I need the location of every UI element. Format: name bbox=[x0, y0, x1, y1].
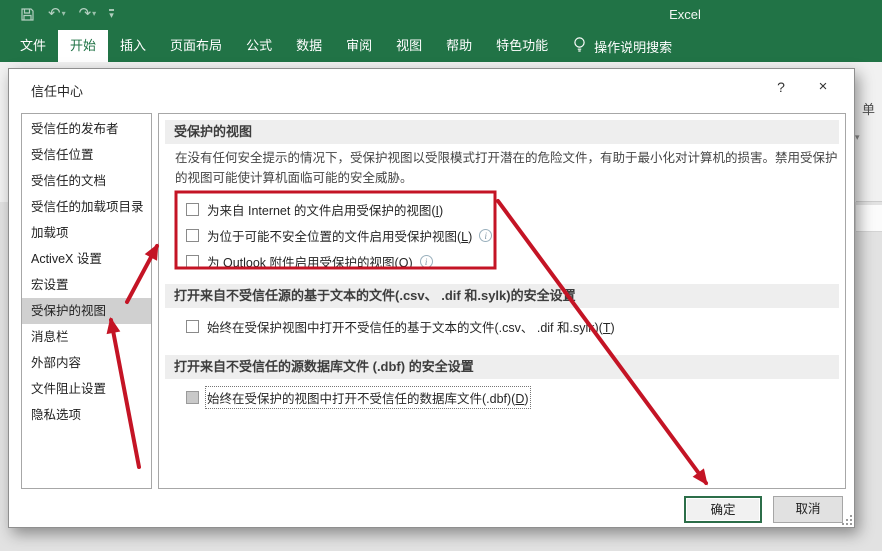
checkbox-row-unsafe-locations: 为位于可能不安全位置的文件启用受保护视图(L) bbox=[186, 226, 493, 245]
sidebar-item-addins[interactable]: 加载项 bbox=[22, 220, 151, 246]
sidebar-item-trusted-addin-catalogs[interactable]: 受信任的加载项目录 bbox=[22, 194, 151, 220]
tab-home[interactable]: 开始 bbox=[58, 30, 109, 62]
tab-view[interactable]: 视图 bbox=[384, 30, 434, 62]
checkbox-label-untrusted-dbf-files[interactable]: 始终在受保护的视图中打开不受信任的数据库文件(.dbf)(D) bbox=[205, 386, 531, 409]
search-label: 操作说明搜索 bbox=[594, 39, 673, 55]
redo-icon[interactable]: ↷ ▾ bbox=[79, 5, 97, 23]
lightbulb-icon bbox=[572, 36, 587, 56]
ok-button[interactable]: 确定 bbox=[684, 496, 762, 523]
window-title: Excel bbox=[669, 7, 701, 22]
tab-data[interactable]: 数据 bbox=[284, 30, 334, 62]
sidebar-item-trusted-publishers[interactable]: 受信任的发布者 bbox=[22, 116, 151, 142]
checkbox-internet-files[interactable] bbox=[186, 203, 199, 216]
undo-icon[interactable]: ↶ ▾ bbox=[48, 5, 66, 23]
tab-insert[interactable]: 插入 bbox=[108, 30, 158, 62]
sidebar-item-macro-settings[interactable]: 宏设置 bbox=[22, 272, 151, 298]
formula-bar-partial bbox=[856, 205, 882, 232]
sidebar-item-activex-settings[interactable]: ActiveX 设置 bbox=[22, 246, 151, 272]
checkbox-unsafe-locations[interactable] bbox=[186, 229, 199, 242]
protected-view-settings-panel: 受保护的视图 在没有任何安全提示的情况下，受保护视图以受限模式打开潜在的危险文件… bbox=[158, 113, 846, 489]
sidebar-item-protected-view[interactable]: 受保护的视图 bbox=[22, 298, 151, 324]
cancel-button[interactable]: 取消 bbox=[773, 496, 843, 523]
excel-titlebar: ↶ ▾ ↷ ▾ ▾ Excel bbox=[0, 0, 882, 30]
close-icon[interactable]: × bbox=[809, 75, 837, 99]
checkbox-label-unsafe-locations[interactable]: 为位于可能不安全位置的文件启用受保护视图(L) bbox=[207, 226, 472, 245]
tab-file[interactable]: 文件 bbox=[8, 30, 58, 62]
tab-help[interactable]: 帮助 bbox=[434, 30, 484, 62]
sidebar-item-trusted-locations[interactable]: 受信任位置 bbox=[22, 142, 151, 168]
undo-dropdown-icon[interactable]: ▾ bbox=[62, 5, 66, 23]
checkbox-untrusted-dbf-files[interactable] bbox=[186, 391, 199, 404]
checkbox-row-untrusted-dbf-files: 始终在受保护的视图中打开不受信任的数据库文件(.dbf)(D) bbox=[186, 386, 531, 409]
checkbox-label-outlook-attachments[interactable]: 为 Outlook 附件启用受保护的视图(O) bbox=[207, 252, 413, 271]
tab-page-layout[interactable]: 页面布局 bbox=[158, 30, 234, 62]
checkbox-row-outlook-attachments: 为 Outlook 附件启用受保护的视图(O) bbox=[186, 252, 433, 271]
customize-quick-access-icon[interactable]: ▾ bbox=[109, 9, 114, 20]
dialog-title: 信任中心 bbox=[31, 84, 84, 99]
checkbox-untrusted-text-files[interactable] bbox=[186, 320, 199, 333]
section-header-untrusted-text-files: 打开来自不受信任源的基于文本的文件(.csv、 .dif 和.sylk)的安全设… bbox=[165, 284, 839, 308]
info-icon bbox=[479, 229, 493, 242]
tab-formulas[interactable]: 公式 bbox=[234, 30, 284, 62]
sidebar-item-file-block-settings[interactable]: 文件阻止设置 bbox=[22, 376, 151, 402]
trust-center-dialog: 信任中心 ? × 受信任的发布者 受信任位置 受信任的文档 受信任的加载项目录 … bbox=[8, 68, 855, 528]
section-header-untrusted-dbf-files: 打开来自不受信任的源数据库文件 (.dbf) 的安全设置 bbox=[165, 355, 839, 379]
section-header-protected-view: 受保护的视图 bbox=[165, 120, 839, 144]
redo-dropdown-icon[interactable]: ▾ bbox=[92, 5, 96, 23]
ribbon-group-partial-label: 单 bbox=[862, 102, 876, 117]
chevron-down-icon: ▾ bbox=[855, 132, 860, 142]
tell-me-search[interactable]: 操作说明搜索 bbox=[572, 30, 672, 62]
save-icon[interactable] bbox=[20, 7, 35, 22]
quick-access-toolbar: ↶ ▾ ↷ ▾ ▾ bbox=[20, 5, 114, 23]
protected-view-description: 在没有任何安全提示的情况下，受保护视图以受限模式打开潜在的危险文件，有助于最小化… bbox=[175, 151, 838, 185]
ribbon-tab-bar: 文件 开始 插入 页面布局 公式 数据 审阅 视图 帮助 特色功能 操作说明搜索 bbox=[0, 30, 882, 62]
info-icon bbox=[419, 255, 433, 268]
checkbox-label-untrusted-text-files[interactable]: 始终在受保护视图中打开不受信任的基于文本的文件(.csv、 .dif 和.syl… bbox=[207, 317, 615, 336]
sidebar-item-external-content[interactable]: 外部内容 bbox=[22, 350, 151, 376]
checkbox-outlook-attachments[interactable] bbox=[186, 255, 199, 268]
sidebar-item-privacy-options[interactable]: 隐私选项 bbox=[22, 402, 151, 428]
trust-center-category-list: 受信任的发布者 受信任位置 受信任的文档 受信任的加载项目录 加载项 Activ… bbox=[21, 113, 152, 489]
sidebar-item-trusted-documents[interactable]: 受信任的文档 bbox=[22, 168, 151, 194]
checkbox-label-internet-files[interactable]: 为来自 Internet 的文件启用受保护的视图(I) bbox=[207, 200, 443, 219]
tab-special-features[interactable]: 特色功能 bbox=[484, 30, 560, 62]
checkbox-row-untrusted-text-files: 始终在受保护视图中打开不受信任的基于文本的文件(.csv、 .dif 和.syl… bbox=[186, 317, 615, 336]
help-icon[interactable]: ? bbox=[767, 75, 795, 99]
checkbox-row-internet-files: 为来自 Internet 的文件启用受保护的视图(I) bbox=[186, 200, 443, 219]
divider bbox=[856, 201, 882, 202]
sidebar-item-message-bar[interactable]: 消息栏 bbox=[22, 324, 151, 350]
tab-review[interactable]: 审阅 bbox=[334, 30, 384, 62]
resize-grip-icon[interactable] bbox=[842, 515, 852, 525]
